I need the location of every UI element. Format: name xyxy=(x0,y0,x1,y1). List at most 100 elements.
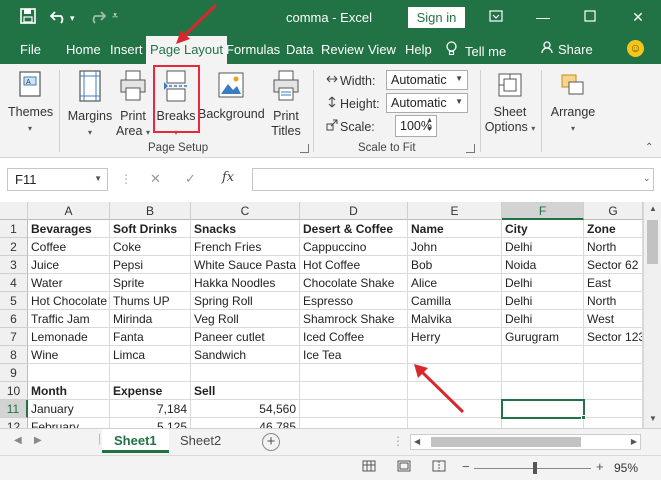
row-header[interactable]: 5 xyxy=(0,292,28,310)
cell-b4[interactable]: Sprite xyxy=(110,274,191,292)
cell-d5[interactable]: Espresso xyxy=(300,292,408,310)
cell-f7[interactable]: Gurugram xyxy=(502,328,584,346)
sign-in-button[interactable]: Sign in xyxy=(408,7,465,28)
sheet-options-button[interactable]: Sheet Options ▾ xyxy=(482,72,538,136)
scroll-up-icon[interactable]: ▲ xyxy=(649,204,657,213)
formula-input[interactable] xyxy=(252,168,654,191)
zoom-in-icon[interactable]: + xyxy=(596,459,604,474)
cell-b10[interactable]: Expense xyxy=(110,382,191,400)
cell-g11[interactable] xyxy=(584,400,643,418)
column-header-e[interactable]: E xyxy=(408,202,502,220)
cell-a10[interactable]: Month xyxy=(28,382,110,400)
tab-help[interactable]: Help xyxy=(405,42,432,57)
row-header[interactable]: 3 xyxy=(0,256,28,274)
cell-c6[interactable]: Veg Roll xyxy=(191,310,300,328)
height-select[interactable]: Automatic ▼ xyxy=(386,93,468,113)
cell-e5[interactable]: Camilla xyxy=(408,292,502,310)
page-layout-view-icon[interactable] xyxy=(396,460,412,474)
cell-g4[interactable]: East xyxy=(584,274,643,292)
print-area-button[interactable]: Print Area ▾ xyxy=(114,70,152,140)
cell-b1[interactable]: Soft Drinks xyxy=(110,220,191,238)
cell-c5[interactable]: Spring Roll xyxy=(191,292,300,310)
row-header[interactable]: 2 xyxy=(0,238,28,256)
cell-e9[interactable] xyxy=(408,364,502,382)
cell-b7[interactable]: Fanta xyxy=(110,328,191,346)
cell-g8[interactable] xyxy=(584,346,643,364)
row-header[interactable]: 11 xyxy=(0,400,28,418)
undo-dropdown-icon[interactable]: ▾ xyxy=(70,13,75,24)
arrange-button[interactable]: Arrange ▾ xyxy=(546,72,600,136)
cell-e3[interactable]: Bob xyxy=(408,256,502,274)
cell-e8[interactable] xyxy=(408,346,502,364)
scroll-left-icon[interactable]: ◀ xyxy=(414,437,420,446)
maximize-icon[interactable] xyxy=(578,6,602,28)
column-header-b[interactable]: B xyxy=(110,202,191,220)
page-break-preview-icon[interactable] xyxy=(431,460,447,474)
cell-c10[interactable]: Sell xyxy=(191,382,300,400)
normal-view-icon[interactable] xyxy=(361,460,377,474)
tab-review[interactable]: Review xyxy=(321,42,364,57)
row-header[interactable]: 1 xyxy=(0,220,28,238)
cell-d6[interactable]: Shamrock Shake xyxy=(300,310,408,328)
close-icon[interactable]: ✕ xyxy=(626,6,650,28)
cell-b8[interactable]: Limca xyxy=(110,346,191,364)
tab-view[interactable]: View xyxy=(368,42,396,57)
cell-c3[interactable]: White Sauce Pasta xyxy=(191,256,300,274)
zoom-level[interactable]: 95% xyxy=(614,461,638,475)
sheet-tab-sheet2[interactable]: Sheet2 xyxy=(168,429,233,453)
tab-insert[interactable]: Insert xyxy=(110,42,143,57)
cell-b3[interactable]: Pepsi xyxy=(110,256,191,274)
expand-formula-bar-icon[interactable]: ⌄ xyxy=(643,173,651,184)
share-button[interactable]: Share xyxy=(541,41,593,57)
row-header[interactable]: 10 xyxy=(0,382,28,400)
cell-f10[interactable] xyxy=(502,382,584,400)
cell-g7[interactable]: Sector 123 xyxy=(584,328,643,346)
cell-c2[interactable]: French Fries xyxy=(191,238,300,256)
row-header[interactable]: 6 xyxy=(0,310,28,328)
cell-d11[interactable] xyxy=(300,400,408,418)
width-select[interactable]: Automatic ▼ xyxy=(386,70,468,90)
cell-f9[interactable] xyxy=(502,364,584,382)
ribbon-display-options-icon[interactable] xyxy=(484,6,508,28)
minimize-icon[interactable]: — xyxy=(531,6,555,28)
cell-b11[interactable]: 7,184 xyxy=(110,400,191,418)
tab-data[interactable]: Data xyxy=(286,42,313,57)
cell-d7[interactable]: Iced Coffee xyxy=(300,328,408,346)
margins-button[interactable]: Margins ▾ xyxy=(66,70,114,140)
cell-a6[interactable]: Traffic Jam xyxy=(28,310,110,328)
collapse-ribbon-icon[interactable]: ⌃ xyxy=(645,142,653,153)
column-header-a[interactable]: A xyxy=(28,202,110,220)
row-header[interactable]: 8 xyxy=(0,346,28,364)
cell-d10[interactable] xyxy=(300,382,408,400)
cell-c7[interactable]: Paneer cutlet xyxy=(191,328,300,346)
row-header[interactable]: 4 xyxy=(0,274,28,292)
cell-e10[interactable] xyxy=(408,382,502,400)
cell-e2[interactable]: John xyxy=(408,238,502,256)
cell-g1[interactable]: Zone xyxy=(584,220,643,238)
cell-f2[interactable]: Delhi xyxy=(502,238,584,256)
undo-icon[interactable] xyxy=(49,8,68,28)
scale-to-fit-launcher-icon[interactable] xyxy=(466,144,475,153)
cell-b5[interactable]: Thums UP xyxy=(110,292,191,310)
cell-d1[interactable]: Desert & Coffee xyxy=(300,220,408,238)
cell-d3[interactable]: Hot Coffee xyxy=(300,256,408,274)
cell-f4[interactable]: Delhi xyxy=(502,274,584,292)
cell-d8[interactable]: Ice Tea xyxy=(300,346,408,364)
add-sheet-icon[interactable]: + xyxy=(262,433,280,451)
tab-home[interactable]: Home xyxy=(66,42,101,57)
horizontal-scroll-thumb[interactable] xyxy=(431,437,581,447)
vertical-scroll-thumb[interactable] xyxy=(647,220,658,264)
cell-a4[interactable]: Water xyxy=(28,274,110,292)
save-icon[interactable] xyxy=(20,8,36,28)
cell-d4[interactable]: Chocolate Shake xyxy=(300,274,408,292)
redo-icon[interactable] xyxy=(88,8,107,28)
spin-up-icon[interactable]: ▲ xyxy=(426,117,433,124)
cell-a8[interactable]: Wine xyxy=(28,346,110,364)
cell-f1[interactable]: City xyxy=(502,220,584,238)
vertical-scrollbar[interactable]: ▲ ▼ xyxy=(643,202,661,430)
cell-g2[interactable]: North xyxy=(584,238,643,256)
cell-e1[interactable]: Name xyxy=(408,220,502,238)
column-header-f[interactable]: F xyxy=(502,202,584,220)
enter-icon[interactable]: ✓ xyxy=(185,171,196,187)
cell-a5[interactable]: Hot Chocolate xyxy=(28,292,110,310)
